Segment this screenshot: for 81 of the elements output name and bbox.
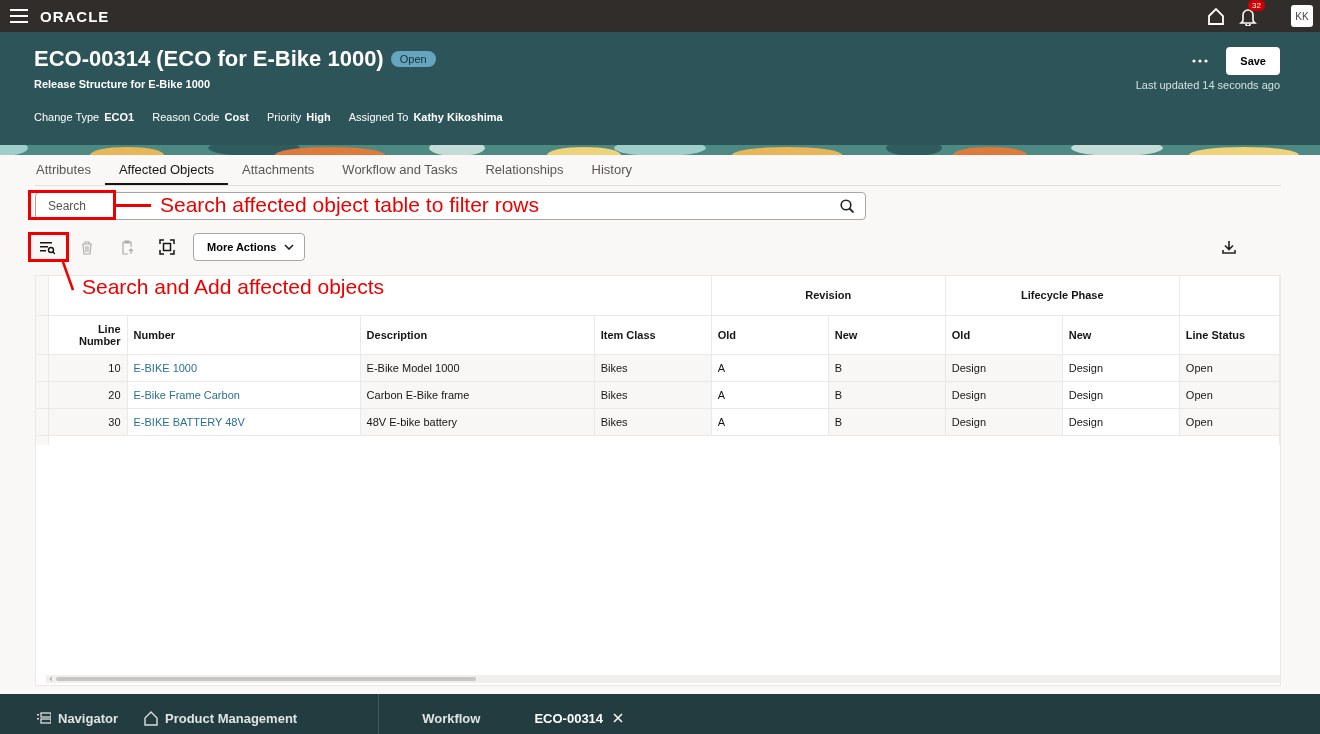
logo[interactable]: ORACLE [40, 7, 110, 25]
field-label: Change Type [34, 111, 100, 123]
tab[interactable]: Attachments [228, 155, 329, 185]
tab[interactable]: Workflow and Tasks [328, 155, 472, 185]
column-header[interactable]: Item Class [594, 315, 712, 354]
table-cell: B [828, 408, 946, 435]
home-icon [143, 710, 158, 726]
table-cell: A [711, 408, 829, 435]
table-cell: Open [1179, 408, 1280, 435]
notification-count: 32 [1248, 0, 1265, 11]
field-label: Priority [266, 111, 302, 123]
table-cell: E-Bike Model 1000 [360, 354, 595, 381]
table-cell: Design [1062, 381, 1180, 408]
bell-icon[interactable] [1239, 6, 1257, 26]
footer-tab[interactable]: Workflow [378, 694, 481, 734]
table-cell: 48V E-bike battery [360, 408, 595, 435]
table-cell: 20 [48, 381, 127, 408]
more-icon[interactable] [1192, 59, 1209, 63]
last-updated-text: Last updated 14 seconds ago [1135, 79, 1280, 91]
column-header[interactable]: Line Number [48, 315, 127, 354]
annotation-text: Search and Add affected objects [82, 275, 384, 299]
tab[interactable]: Relationships [471, 155, 578, 185]
table-cell: 10 [48, 354, 127, 381]
more-actions-button[interactable]: More Actions [193, 233, 306, 261]
table-cell: 30 [48, 408, 127, 435]
footer-tab[interactable]: Navigator [37, 702, 118, 726]
table-cell: A [711, 381, 829, 408]
table-cell: Design [1062, 408, 1180, 435]
list-search-icon[interactable] [39, 239, 55, 255]
field-value: Cost [224, 111, 249, 123]
table-cell: Carbon E-Bike frame [360, 381, 595, 408]
leader-line [115, 204, 151, 207]
record-title: ECO-00314 (ECO for E-Bike 1000) [34, 46, 384, 72]
highlight-box [28, 232, 69, 262]
table-cell: Design [1062, 354, 1180, 381]
footer-tab[interactable]: Product Management [143, 702, 298, 726]
item-link[interactable]: E-BIKE 1000 [133, 361, 198, 374]
footer-tab[interactable]: ECO-00314 [534, 702, 624, 726]
column-header[interactable]: Description [360, 315, 595, 354]
column-group-header: Lifecycle Phase [945, 276, 1180, 315]
user-avatar[interactable]: KK [1291, 5, 1313, 27]
table-cell: Bikes [594, 408, 712, 435]
annotation-text: Search affected object table to filter rows [160, 193, 539, 217]
tab[interactable]: Affected Objects [104, 155, 229, 185]
column-header[interactable]: Old [945, 315, 1063, 354]
table-cell: Bikes [594, 354, 712, 381]
table-cell: Design [945, 354, 1063, 381]
leader-line [62, 261, 74, 291]
save-button[interactable]: Save [1226, 47, 1280, 75]
home-icon[interactable] [1207, 6, 1225, 26]
horizontal-scrollbar[interactable] [46, 675, 1280, 683]
search-icon[interactable] [840, 199, 854, 213]
column-header[interactable]: New [1062, 315, 1180, 354]
chevron-down-icon [284, 244, 295, 250]
field-label: Reason Code [152, 111, 220, 123]
field-value: Kathy Kikoshima [413, 111, 503, 123]
status-badge: Open [390, 51, 436, 67]
tab[interactable]: History [577, 155, 646, 185]
column-header[interactable]: Line Status [1179, 315, 1280, 354]
column-header[interactable]: Number [127, 315, 361, 354]
field-value: ECO1 [104, 111, 135, 123]
table-cell: Open [1179, 354, 1280, 381]
table-cell: Bikes [594, 381, 712, 408]
table-cell: A [711, 354, 829, 381]
download-icon[interactable] [1222, 240, 1236, 254]
menu-icon[interactable] [10, 9, 28, 23]
table-cell: Design [945, 408, 1063, 435]
field-value: High [306, 111, 331, 123]
column-header[interactable]: New [828, 315, 946, 354]
field-label: Assigned To [348, 111, 409, 123]
frame-icon[interactable] [159, 239, 175, 255]
table-cell: Design [945, 381, 1063, 408]
tab[interactable]: Attributes [35, 155, 105, 185]
close-icon[interactable] [613, 713, 624, 723]
navigator-icon [37, 712, 51, 724]
column-group-header: Revision [711, 276, 946, 315]
table-cell: B [828, 354, 946, 381]
record-subtitle: Release Structure for E-Bike 1000 [34, 78, 212, 90]
table-cell: Open [1179, 381, 1280, 408]
table-cell: B [828, 381, 946, 408]
column-header[interactable]: Old [711, 315, 829, 354]
